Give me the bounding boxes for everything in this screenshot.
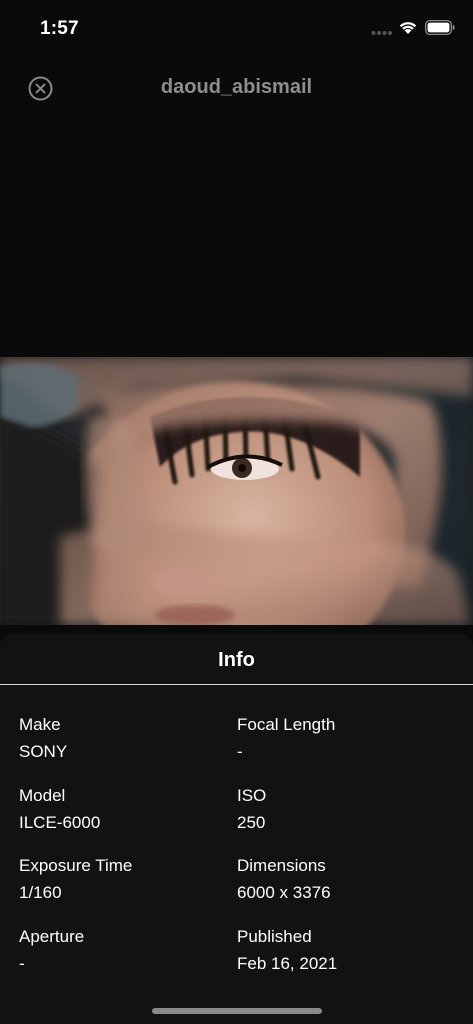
- make-value: SONY: [19, 742, 68, 761]
- status-bar: 1:57: [0, 0, 473, 56]
- battery-icon: [425, 20, 455, 35]
- model-label: Model: [19, 786, 66, 805]
- photo-illustration: [0, 357, 473, 625]
- aperture-value: -: [19, 954, 25, 973]
- home-indicator[interactable]: [152, 1008, 322, 1014]
- page-title: daoud_abismail: [160, 76, 313, 98]
- iso-label: ISO: [237, 786, 267, 805]
- divider: [0, 684, 473, 685]
- exposure-time-label: Exposure Time: [19, 856, 133, 875]
- exposure-time-value: 1/160: [19, 883, 62, 902]
- published-label: Published: [237, 927, 312, 946]
- dimensions-value: 6000 x 3376: [237, 883, 331, 902]
- info-sheet: Info Make SONY Focal Length - Model ILCE…: [0, 634, 473, 1024]
- signal-icon: [371, 31, 392, 35]
- photo-image[interactable]: [0, 357, 473, 625]
- info-title: Info: [218, 649, 255, 671]
- wifi-icon: [399, 22, 417, 34]
- published-value: Feb 16, 2021: [237, 954, 338, 973]
- iso-value: 250: [237, 813, 266, 832]
- photo-detail-screen: 1:57 daoud_abismail Info Make SONY Focal…: [0, 0, 473, 1024]
- status-time: 1:57: [40, 18, 79, 39]
- focal-length-value: -: [237, 742, 243, 761]
- focal-length-label: Focal Length: [237, 715, 336, 734]
- aperture-label: Aperture: [19, 927, 85, 946]
- make-label: Make: [19, 715, 61, 734]
- model-value: ILCE-6000: [19, 813, 101, 832]
- dimensions-label: Dimensions: [237, 856, 326, 875]
